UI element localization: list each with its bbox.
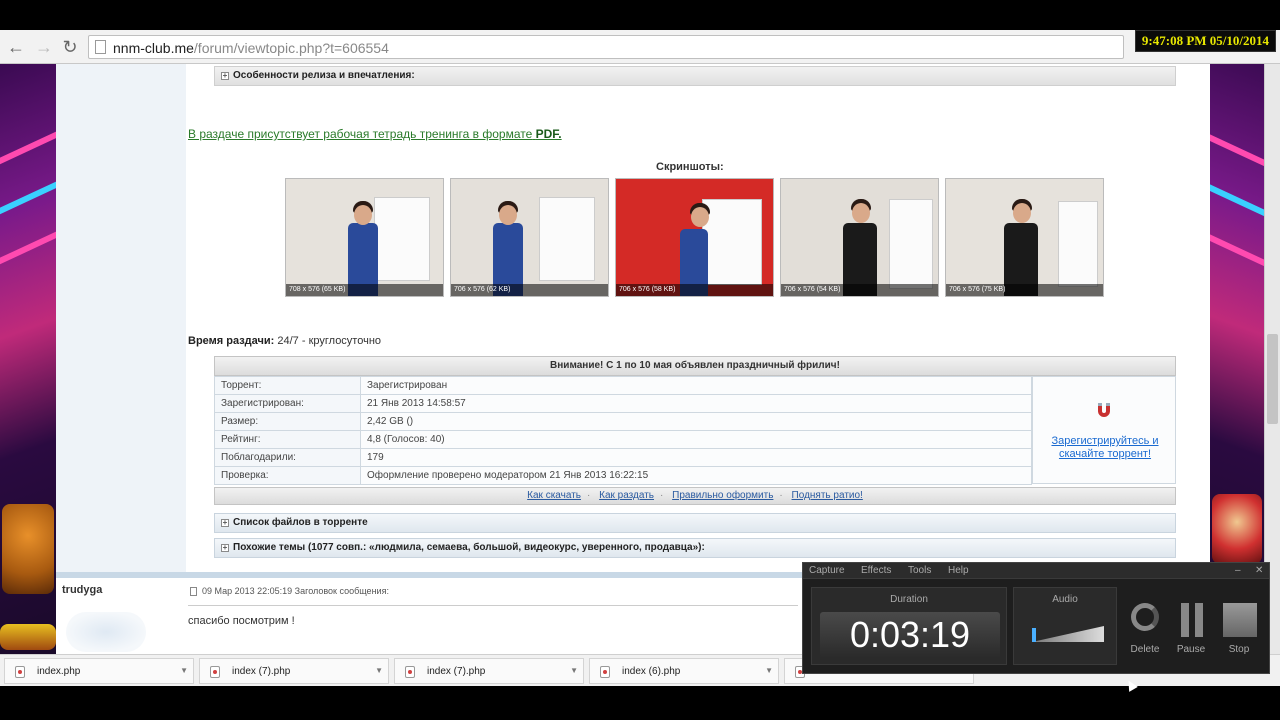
chevron-down-icon[interactable]: ▼ — [180, 666, 188, 675]
format-rules-link[interactable]: Правильно оформить — [672, 490, 773, 501]
reply-separator — [188, 605, 798, 606]
screenshot-thumbnail[interactable]: 706 x 576 (75 KB) — [945, 178, 1104, 297]
register-download-box: Зарегистрируйтесь и скачайте торрент! — [1032, 376, 1176, 484]
chevron-down-icon[interactable]: ▼ — [375, 666, 383, 675]
table-row: Проверка: Оформление проверено модераторо… — [214, 466, 1032, 485]
table-row: Поблагодарили: 179 — [214, 448, 1032, 467]
clown-character-icon — [1212, 494, 1262, 564]
chevron-down-icon[interactable]: ▼ — [765, 666, 773, 675]
minimize-icon[interactable]: – — [1235, 565, 1241, 576]
avatar — [66, 612, 146, 652]
back-arrow-icon[interactable]: ← — [6, 37, 26, 57]
delete-icon — [1131, 603, 1159, 631]
pause-icon — [1181, 603, 1205, 637]
magnet-icon[interactable] — [1095, 401, 1113, 419]
close-icon[interactable]: ✕ — [1255, 565, 1263, 576]
post-author-column — [56, 64, 186, 574]
monkey-character-icon — [2, 504, 54, 594]
background-ad-left — [0, 64, 56, 654]
reply-author[interactable]: trudyga — [62, 584, 102, 596]
menu-capture[interactable]: Capture — [809, 565, 845, 576]
php-file-icon — [15, 666, 25, 678]
pause-button[interactable]: Pause — [1171, 603, 1211, 655]
browser-toolbar: ← → ↻ nnm-club.me/forum/viewtopic.php?t=… — [0, 30, 1280, 64]
file-list-label: Список файлов в торренте — [233, 517, 368, 528]
recorder-menu-bar: Capture Effects Tools Help – ✕ — [803, 563, 1269, 579]
table-row: Торрент: Зарегистрирован — [214, 376, 1032, 395]
expand-plus-icon: + — [221, 518, 229, 527]
spoiler-features-label: Особенности релиза и впечатления: — [233, 70, 415, 81]
thumbnail-caption: 708 x 576 (65 KB) — [286, 284, 443, 296]
pdf-workbook-link[interactable]: В раздаче присутствует рабочая тетрадь т… — [188, 127, 562, 141]
address-bar[interactable]: nnm-club.me/forum/viewtopic.php?t=606554 — [88, 35, 1124, 59]
table-row: Рейтинг: 4,8 (Голосов: 40) — [214, 430, 1032, 449]
url-text: nnm-club.me/forum/viewtopic.php?t=606554 — [113, 40, 389, 56]
menu-help[interactable]: Help — [948, 565, 969, 576]
php-file-icon — [600, 666, 610, 678]
download-item[interactable]: index (7).php ▼ — [394, 658, 584, 684]
screenshots-title: Скриншоты: — [656, 161, 724, 173]
reply-text: спасибо посмотрим ! — [188, 615, 295, 627]
spoiler-file-list[interactable]: + Список файлов в торренте — [214, 513, 1176, 533]
freeleech-notice: Внимание! С 1 по 10 мая объявлен праздни… — [214, 356, 1176, 376]
duration-timer: 0:03:19 — [820, 612, 1000, 658]
audio-level-slider[interactable] — [1032, 626, 1104, 642]
help-links-bar: Как скачать · Как раздать · Правильно офор… — [214, 487, 1176, 505]
duration-panel: Duration 0:03:19 — [811, 587, 1007, 665]
menu-tools[interactable]: Tools — [908, 565, 931, 576]
forward-arrow-icon[interactable]: → — [34, 37, 54, 57]
screenshot-thumbnail[interactable]: 706 x 576 (62 KB) — [450, 178, 609, 297]
stop-icon — [1223, 603, 1257, 637]
post-icon[interactable] — [190, 587, 197, 597]
page-icon — [95, 40, 106, 54]
reload-icon[interactable]: ↻ — [60, 37, 80, 57]
torrent-info-table: Торрент: Зарегистрирован Зарегистрирован:… — [214, 376, 1032, 485]
register-download-link[interactable]: Зарегистрируйтесь и скачайте торрент! — [1039, 435, 1171, 461]
audio-panel: Audio — [1013, 587, 1117, 665]
menu-effects[interactable]: Effects — [861, 565, 891, 576]
thumbnail-caption: 706 x 576 (75 KB) — [946, 284, 1103, 296]
download-item[interactable]: index (6).php ▼ — [589, 658, 779, 684]
how-to-seed-link[interactable]: Как раздать — [599, 490, 654, 501]
table-row: Размер: 2,42 GB () — [214, 412, 1032, 431]
seeding-time: Время раздачи: 24/7 - круглосуточно — [188, 335, 382, 347]
recording-clock-overlay: 9:47:08 PM 05/10/2014 — [1134, 30, 1276, 52]
screenshot-thumbnail[interactable]: 708 x 576 (65 KB) — [285, 178, 444, 297]
how-to-download-link[interactable]: Как скачать — [527, 490, 581, 501]
chevron-down-icon[interactable]: ▼ — [570, 666, 578, 675]
screen-recorder-widget: Capture Effects Tools Help – ✕ Duration … — [802, 562, 1270, 674]
thumbnail-caption: 706 x 576 (62 KB) — [451, 284, 608, 296]
thumbnail-caption: 706 x 576 (54 KB) — [781, 284, 938, 296]
letterbox-bottom — [0, 686, 1280, 720]
php-file-icon — [210, 666, 220, 678]
spoiler-similar-topics[interactable]: + Похожие темы (1077 совп.: «людмила, се… — [214, 538, 1176, 558]
screenshot-thumbnail[interactable]: 706 x 576 (54 KB) — [780, 178, 939, 297]
raise-ratio-link[interactable]: Поднять ратио! — [792, 490, 863, 501]
reply-meta: 09 Мар 2013 22:05:19 Заголовок сообщения… — [190, 586, 389, 597]
expand-plus-icon: + — [221, 71, 229, 80]
scrollbar-thumb[interactable] — [1267, 334, 1278, 424]
screenshot-thumbnail[interactable]: 706 x 576 (58 KB) — [615, 178, 774, 297]
php-file-icon — [405, 666, 415, 678]
similar-topics-label: Похожие темы (1077 совп.: «людмила, сема… — [233, 542, 705, 553]
table-row: Зарегистрирован: 21 Янв 2013 14:58:57 — [214, 394, 1032, 413]
expand-plus-icon: + — [221, 543, 229, 552]
audio-level-handle[interactable] — [1032, 628, 1036, 642]
stop-button[interactable]: Stop — [1219, 603, 1259, 655]
download-item[interactable]: index.php ▼ — [4, 658, 194, 684]
spoiler-features[interactable]: + Особенности релиза и впечатления: — [214, 66, 1176, 86]
download-item[interactable]: index (7).php ▼ — [199, 658, 389, 684]
thumbnail-caption: 706 x 576 (58 KB) — [616, 284, 773, 296]
delete-button[interactable]: Delete — [1125, 603, 1165, 655]
